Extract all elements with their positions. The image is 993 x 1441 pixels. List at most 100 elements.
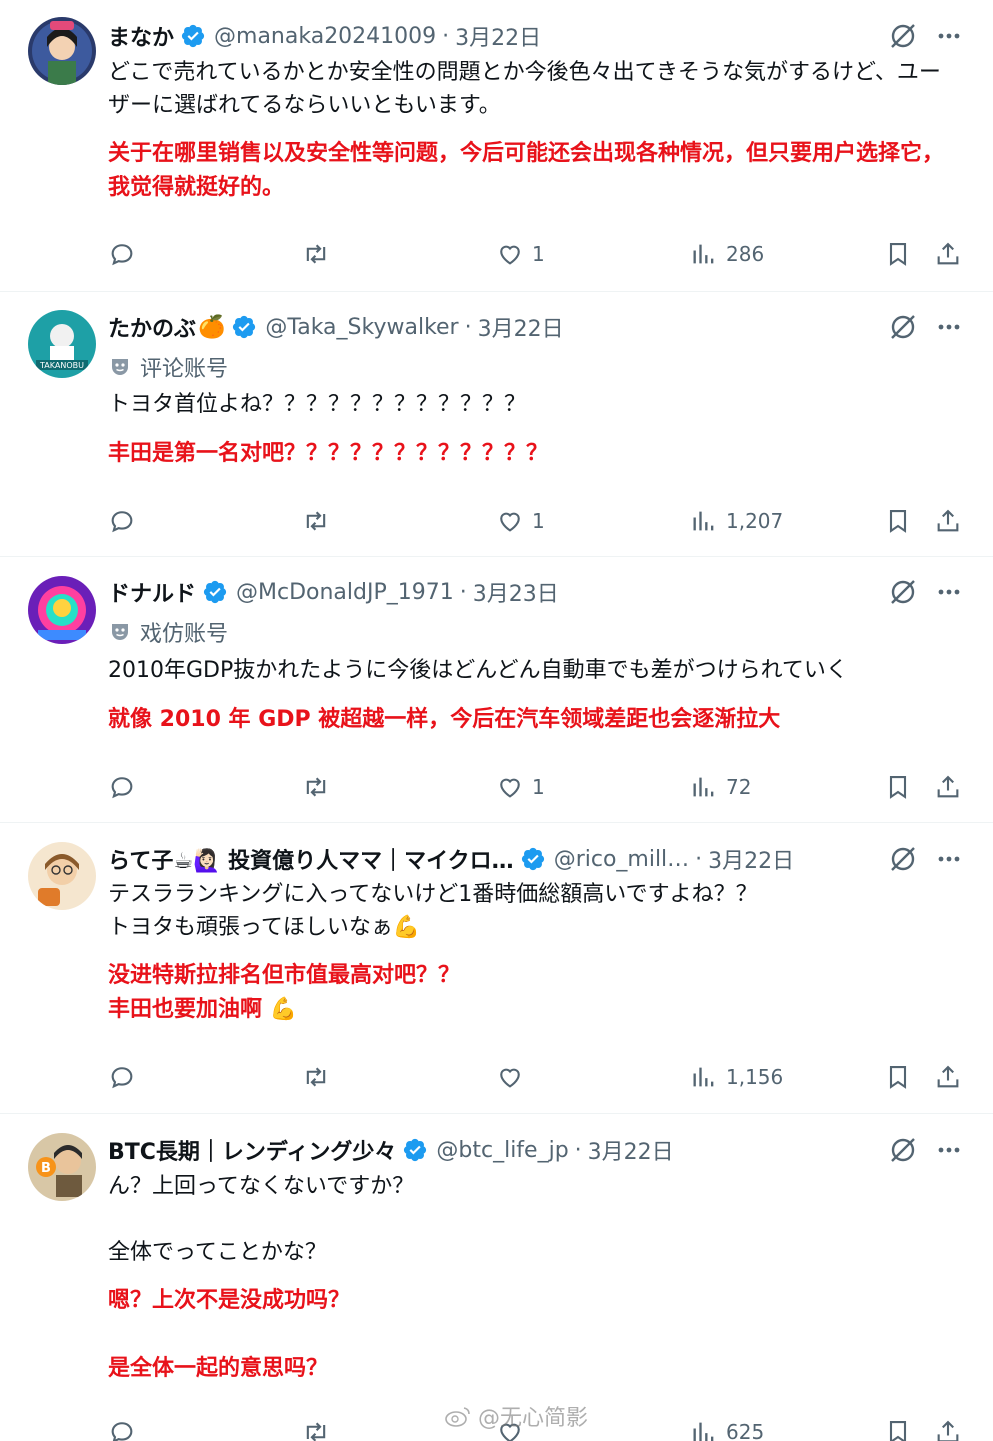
view-count: 286 (726, 242, 765, 266)
share-button[interactable] (934, 1414, 962, 1441)
like-button[interactable]: 1 (496, 236, 545, 272)
bookmark-icon (889, 1066, 907, 1089)
translation-text: 关于在哪里销售以及安全性等问题，今后可能还会出现各种情况，但只要用户选择它，我觉… (108, 141, 945, 200)
timestamp[interactable]: 3月22日 (708, 844, 794, 874)
display-name[interactable]: ドナルド (108, 576, 196, 608)
tweet[interactable]: TAKANOBU たかのぶ 🍊 @Taka_Skywalker · 3月22日 … (0, 292, 993, 557)
tweet-text: テスラランキングに入ってないけど1番時価総額高いですよね？？ トヨタも頑張ってほ… (108, 882, 758, 940)
bookmark-icon (889, 243, 907, 266)
grok-icon[interactable] (888, 577, 918, 607)
account-label-text: 戏仿账号 (140, 622, 229, 647)
display-name[interactable]: まなか (108, 20, 174, 52)
timestamp[interactable]: 3月23日 (473, 576, 559, 608)
user-handle[interactable]: @Taka_Skywalker (265, 315, 458, 340)
bookmark-button[interactable] (884, 503, 912, 539)
name-emoji: 🍊 (198, 314, 226, 340)
more-icon[interactable] (934, 1135, 964, 1165)
verified-icon (231, 314, 257, 340)
view-count: 1,207 (726, 509, 784, 533)
verified-icon (520, 846, 546, 872)
tweet-header: まなか @manaka20241009 · 3月22日 (108, 20, 541, 52)
like-icon (500, 512, 520, 532)
timestamp[interactable]: 3月22日 (478, 311, 564, 343)
tweet[interactable]: まなか @manaka20241009 · 3月22日 どこで売れているかとか安… (0, 0, 993, 292)
avatar[interactable] (28, 17, 96, 85)
reply-icon (111, 1067, 133, 1089)
grok-icon[interactable] (888, 844, 918, 874)
user-handle[interactable]: @manaka20241009 (214, 24, 436, 49)
like-count: 1 (532, 775, 545, 799)
like-button[interactable]: 1 (496, 769, 545, 805)
views-button[interactable]: 625 (690, 1414, 764, 1441)
tweet-header: らて子☕🙋🏻‍♀️ 投資億り人ママ｜マイクロ… @rico_mill… · 3月… (108, 844, 883, 875)
tweet[interactable]: B BTC長期｜レンディング少々 @btc_life_jp · 3月22日 ん？… (0, 1114, 993, 1441)
timestamp[interactable]: 3月22日 (455, 20, 541, 52)
share-icon (937, 509, 959, 532)
avatar[interactable] (28, 576, 96, 644)
more-icon[interactable] (934, 312, 964, 342)
user-handle[interactable]: @btc_life_jp (436, 1138, 568, 1163)
like-count: 1 (532, 509, 545, 533)
share-icon (937, 775, 959, 798)
avatar[interactable]: TAKANOBU (28, 310, 96, 378)
more-icon[interactable] (934, 577, 964, 607)
like-count: 1 (532, 242, 545, 266)
share-button[interactable] (934, 769, 962, 805)
display-name[interactable]: たかのぶ (108, 311, 196, 343)
action-bar: 1,156 (0, 1059, 993, 1095)
separator-dot: · (442, 23, 450, 49)
views-button[interactable]: 1,156 (690, 1059, 783, 1095)
more-icon[interactable] (934, 21, 964, 51)
reply-icon (111, 244, 133, 266)
retweet-icon (306, 1422, 326, 1441)
tweet[interactable]: らて子☕🙋🏻‍♀️ 投資億り人ママ｜マイクロ… @rico_mill… · 3月… (0, 823, 993, 1114)
weibo-logo-icon (445, 1407, 470, 1427)
reply-button[interactable] (108, 236, 136, 272)
grok-icon[interactable] (888, 1135, 918, 1165)
like-button[interactable] (496, 1059, 532, 1095)
share-button[interactable] (934, 1059, 962, 1095)
timestamp[interactable]: 3月22日 (588, 1134, 674, 1166)
account-label: 戏仿账号 (108, 617, 228, 647)
grok-icon[interactable] (888, 312, 918, 342)
retweet-button[interactable] (302, 503, 330, 539)
grok-icon[interactable] (888, 21, 918, 51)
reply-button[interactable] (108, 1059, 136, 1095)
like-icon (500, 245, 520, 265)
view-count: 625 (726, 1420, 765, 1441)
like-button[interactable]: 1 (496, 503, 545, 539)
retweet-button[interactable] (302, 1059, 330, 1095)
bookmark-icon (889, 510, 907, 533)
views-button[interactable]: 72 (690, 769, 751, 805)
retweet-button[interactable] (302, 1414, 330, 1441)
avatar[interactable]: B (28, 1133, 96, 1201)
retweet-icon (306, 1067, 326, 1087)
user-handle[interactable]: @McDonaldJP_1971 (236, 580, 454, 605)
reply-button[interactable] (108, 769, 136, 805)
bookmark-button[interactable] (884, 1414, 912, 1441)
bookmark-button[interactable] (884, 236, 912, 272)
translation-text: 没进特斯拉排名但市值最高对吧？？ 丰田也要加油啊 💪 (108, 963, 461, 1022)
views-button[interactable]: 286 (690, 236, 764, 272)
user-handle[interactable]: @rico_mill… (554, 847, 689, 872)
share-button[interactable] (934, 503, 962, 539)
tweet[interactable]: ドナルド @McDonaldJP_1971 · 3月23日 戏仿账号 2010年… (0, 557, 993, 823)
share-icon (937, 242, 959, 265)
reply-button[interactable] (108, 503, 136, 539)
bookmark-button[interactable] (884, 1059, 912, 1095)
display-name[interactable]: BTC長期｜レンディング少々 (108, 1134, 396, 1166)
share-button[interactable] (934, 236, 962, 272)
views-button[interactable]: 1,207 (690, 503, 783, 539)
tweet-header: BTC長期｜レンディング少々 @btc_life_jp · 3月22日 (108, 1134, 674, 1166)
reply-icon (111, 1422, 133, 1441)
translation-text: 嗯？上次不是没成功吗？ 是全体一起的意思吗？ (108, 1288, 351, 1381)
display-name[interactable]: らて子☕🙋🏻‍♀️ 投資億り人ママ｜マイクロ… (108, 844, 514, 874)
retweet-button[interactable] (302, 769, 330, 805)
more-icon[interactable] (934, 844, 964, 874)
view-count: 72 (726, 775, 752, 799)
avatar[interactable] (28, 842, 96, 910)
reply-button[interactable] (108, 1414, 136, 1441)
bookmark-button[interactable] (884, 769, 912, 805)
bookmark-icon (889, 776, 907, 799)
retweet-button[interactable] (302, 236, 330, 272)
